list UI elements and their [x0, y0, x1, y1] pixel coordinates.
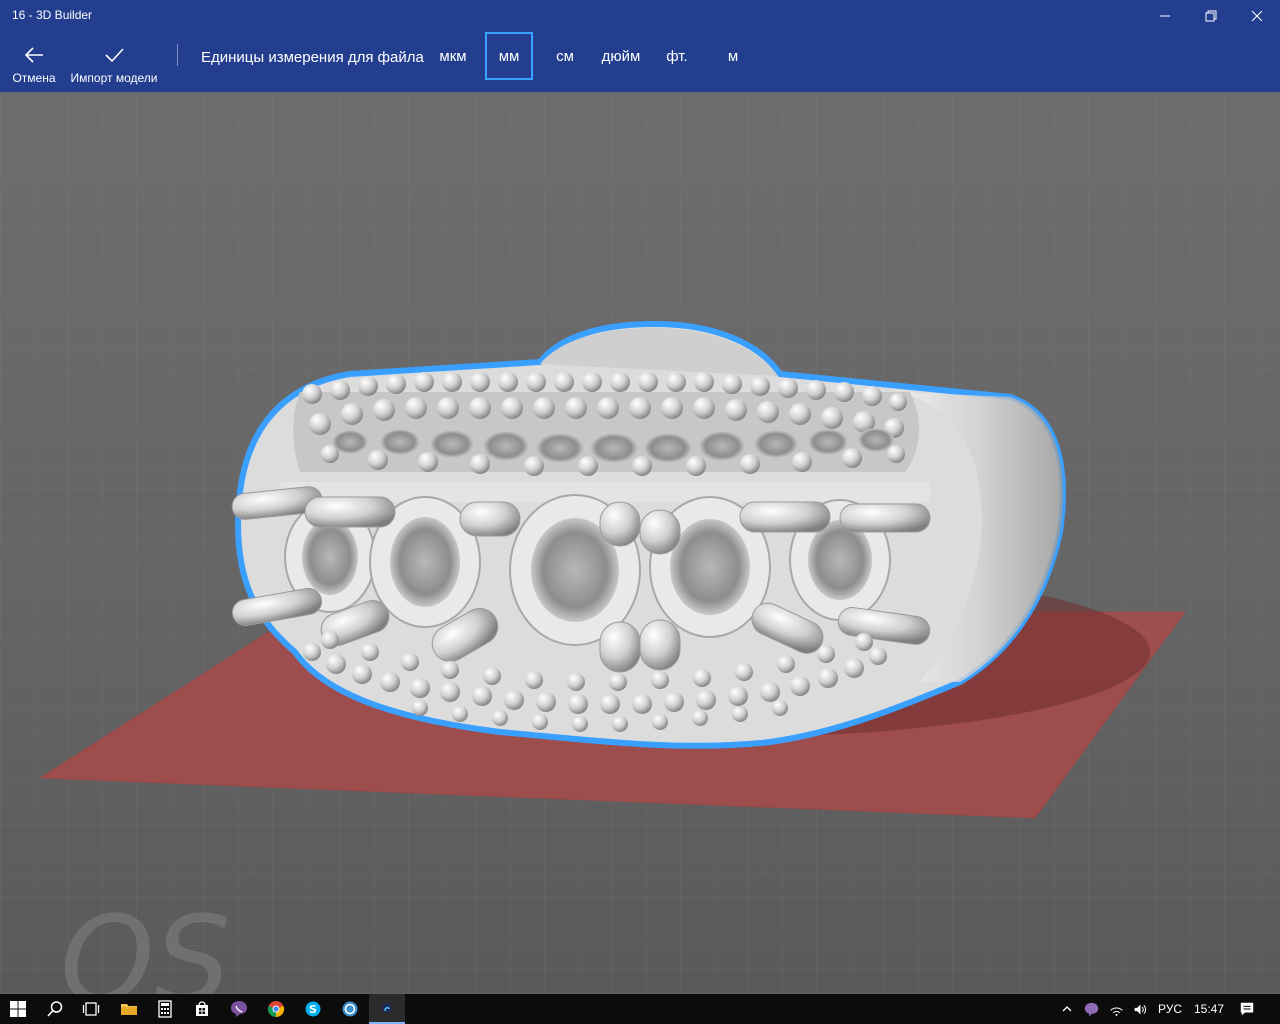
wifi-icon: [1109, 1006, 1123, 1016]
minimize-button[interactable]: [1142, 0, 1188, 32]
import-model-button[interactable]: Импорт модели: [66, 32, 162, 92]
search-button[interactable]: [37, 994, 73, 1024]
taskbar-app-calculator[interactable]: [147, 994, 183, 1024]
clock[interactable]: 15:47: [1190, 994, 1228, 1024]
taskbar-app-chrome[interactable]: [258, 994, 294, 1024]
search-icon: [47, 1001, 63, 1017]
ring-model[interactable]: [230, 320, 1066, 749]
back-arrow-icon: [24, 47, 43, 63]
unit-option-inch[interactable]: дюйм: [595, 32, 647, 80]
import-model-label: Импорт модели: [70, 71, 158, 85]
viber-icon: [1084, 1002, 1098, 1016]
speaker-icon: [1134, 1004, 1146, 1014]
3d-builder-icon: [383, 1004, 391, 1012]
taskbar-app-explorer[interactable]: [111, 994, 147, 1024]
close-button[interactable]: [1234, 0, 1280, 32]
calculator-icon: [158, 1000, 172, 1018]
taskbar-app-viber[interactable]: [221, 994, 257, 1024]
taskbar-app-store[interactable]: [184, 994, 220, 1024]
minimize-icon: [1160, 15, 1170, 17]
taskbar-app-generic[interactable]: [332, 994, 368, 1024]
chevron-up-icon: [1062, 1006, 1072, 1012]
title-bar: 16 - 3D Builder: [0, 0, 1280, 32]
restore-button[interactable]: [1188, 0, 1234, 32]
unit-option-cm[interactable]: см: [545, 32, 585, 80]
unit-option-mm[interactable]: мм: [485, 32, 533, 80]
input-language[interactable]: РУС: [1152, 994, 1188, 1024]
svg-text:S: S: [309, 1003, 317, 1016]
3d-viewport[interactable]: OS: [0, 92, 1280, 994]
taskbar-app-skype[interactable]: S: [295, 994, 331, 1024]
cancel-button[interactable]: Отмена: [8, 32, 60, 92]
unit-option-ft[interactable]: фт.: [658, 32, 696, 80]
units-label: Единицы измерения для файла: [201, 49, 424, 66]
tray-viber[interactable]: [1080, 994, 1102, 1024]
start-button[interactable]: [0, 994, 36, 1024]
unit-option-um[interactable]: мкм: [432, 32, 474, 80]
tray-overflow[interactable]: [1056, 994, 1078, 1024]
viber-icon: [231, 1001, 247, 1017]
unit-option-m[interactable]: м: [718, 32, 748, 80]
file-explorer-icon: [121, 1004, 137, 1015]
taskbar: S РУС 15:47: [0, 994, 1280, 1024]
close-icon: [1251, 10, 1263, 22]
checkmark-icon: [105, 48, 124, 63]
window-title: 16 - 3D Builder: [12, 8, 93, 22]
taskbar-app-3d-builder[interactable]: [369, 994, 405, 1024]
notification-icon: [1240, 1002, 1254, 1016]
cancel-label: Отмена: [12, 71, 56, 85]
3d-scene[interactable]: OS: [0, 92, 1280, 994]
skype-icon: S: [305, 1001, 321, 1017]
windows-start-icon: [10, 1001, 26, 1017]
restore-icon: [1205, 10, 1217, 22]
command-bar: Отмена Импорт модели Единицы измерения д…: [0, 32, 1280, 92]
task-view-icon: [82, 1002, 100, 1016]
svg-text:OS: OS: [60, 892, 231, 994]
tray-volume[interactable]: [1129, 994, 1151, 1024]
action-center-button[interactable]: [1232, 994, 1262, 1024]
tray-network[interactable]: [1105, 994, 1127, 1024]
store-icon: [196, 1001, 208, 1016]
app-icon: [342, 1001, 358, 1017]
toolbar-divider: [177, 44, 178, 66]
chrome-icon: [267, 1001, 285, 1018]
task-view-button[interactable]: [73, 994, 109, 1024]
